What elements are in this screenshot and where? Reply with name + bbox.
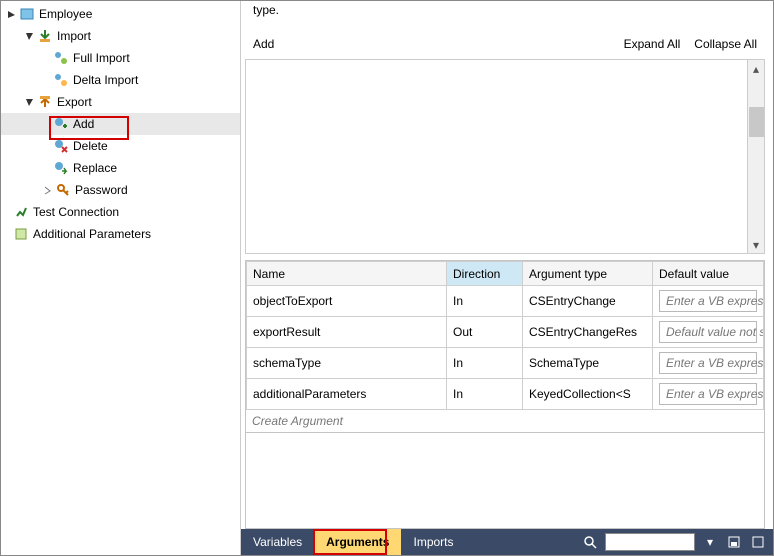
tree-item-replace[interactable]: Replace	[1, 157, 240, 179]
delete-icon	[53, 138, 69, 154]
scroll-thumb[interactable]	[749, 107, 764, 137]
table-row[interactable]: exportResult Out CSEntryChangeRes Defaul…	[247, 317, 764, 348]
cell-default[interactable]: Enter a VB expression	[653, 286, 764, 317]
replace-icon	[53, 160, 69, 176]
tree-item-additional-parameters[interactable]: Additional Parameters	[1, 223, 240, 245]
default-input[interactable]: Default value not suppor	[659, 321, 757, 343]
tree-label: Password	[75, 183, 128, 197]
collapse-all-link[interactable]: Collapse All	[694, 37, 757, 51]
cell-default[interactable]: Enter a VB expression	[653, 348, 764, 379]
arguments-empty-area	[245, 433, 765, 529]
tree-label: Add	[73, 117, 94, 131]
tree-label: Import	[57, 29, 91, 43]
expander-icon[interactable]	[23, 96, 35, 108]
default-input[interactable]: Enter a VB expression	[659, 352, 757, 374]
right-panel: type. Add Expand All Collapse All ▴ ▾ Na…	[241, 1, 773, 555]
col-default[interactable]: Default value	[653, 262, 764, 286]
cell-argtype[interactable]: KeyedCollection<S	[523, 379, 653, 410]
tree-label: Export	[57, 95, 92, 109]
cell-default[interactable]: Default value not suppor	[653, 317, 764, 348]
scroll-up-icon[interactable]: ▴	[748, 60, 764, 77]
tree-label: Test Connection	[33, 205, 119, 219]
tree-label: Delete	[73, 139, 108, 153]
tree-item-import[interactable]: Import	[1, 25, 240, 47]
cell-name[interactable]: objectToExport	[247, 286, 447, 317]
import-icon	[37, 28, 53, 44]
col-name[interactable]: Name	[247, 262, 447, 286]
chevron-down-icon[interactable]: ▾	[701, 533, 719, 551]
cell-direction[interactable]: In	[447, 379, 523, 410]
tree-item-password[interactable]: Password	[1, 179, 240, 201]
tree-item-delta-import[interactable]: Delta Import	[1, 69, 240, 91]
cell-name[interactable]: additionalParameters	[247, 379, 447, 410]
maximize-panel-icon[interactable]	[749, 533, 767, 551]
table-row[interactable]: schemaType In SchemaType Enter a VB expr…	[247, 348, 764, 379]
default-input[interactable]: Enter a VB expression	[659, 383, 757, 405]
table-row[interactable]: additionalParameters In KeyedCollection<…	[247, 379, 764, 410]
cell-name[interactable]: exportResult	[247, 317, 447, 348]
default-input[interactable]: Enter a VB expression	[659, 290, 757, 312]
tree-item-employee[interactable]: Employee	[1, 3, 240, 25]
nav-tree: Employee Import Full Import Delta Import…	[1, 1, 241, 555]
expander-icon[interactable]	[41, 184, 53, 196]
cell-name[interactable]: schemaType	[247, 348, 447, 379]
full-import-icon	[53, 50, 69, 66]
cell-default[interactable]: Enter a VB expression	[653, 379, 764, 410]
add-activity-link[interactable]: Add	[253, 37, 274, 51]
designer-toolbar: Add Expand All Collapse All	[241, 17, 773, 59]
bottom-tabbar: Variables Arguments Imports ▾	[241, 529, 773, 555]
scroll-down-icon[interactable]: ▾	[748, 236, 764, 253]
search-input[interactable]	[605, 533, 695, 551]
cell-direction[interactable]: In	[447, 286, 523, 317]
cell-argtype[interactable]: CSEntryChange	[523, 286, 653, 317]
truncated-text: type.	[241, 1, 773, 17]
tree-item-add[interactable]: Add	[1, 113, 240, 135]
params-icon	[13, 226, 29, 242]
tree-label: Delta Import	[73, 73, 138, 87]
expand-all-link[interactable]: Expand All	[624, 37, 681, 51]
tab-imports[interactable]: Imports	[401, 529, 465, 555]
tree-item-delete[interactable]: Delete	[1, 135, 240, 157]
cell-argtype[interactable]: CSEntryChangeRes	[523, 317, 653, 348]
col-direction[interactable]: Direction	[447, 262, 523, 286]
key-icon	[55, 182, 71, 198]
cell-argtype[interactable]: SchemaType	[523, 348, 653, 379]
cell-direction[interactable]: Out	[447, 317, 523, 348]
delta-import-icon	[53, 72, 69, 88]
create-argument-row[interactable]: Create Argument	[246, 410, 764, 432]
add-icon	[53, 116, 69, 132]
arguments-table: Name Direction Argument type Default val…	[245, 260, 765, 433]
cell-direction[interactable]: In	[447, 348, 523, 379]
tab-arguments[interactable]: Arguments	[314, 529, 401, 555]
expander-icon[interactable]	[5, 8, 17, 20]
designer-canvas[interactable]: ▴ ▾	[245, 59, 765, 254]
db-icon	[19, 6, 35, 22]
test-icon	[13, 204, 29, 220]
expander-icon[interactable]	[23, 30, 35, 42]
col-argtype[interactable]: Argument type	[523, 262, 653, 286]
table-row[interactable]: objectToExport In CSEntryChange Enter a …	[247, 286, 764, 317]
vertical-scrollbar[interactable]: ▴ ▾	[747, 60, 764, 253]
table-header-row: Name Direction Argument type Default val…	[247, 262, 764, 286]
tree-item-full-import[interactable]: Full Import	[1, 47, 240, 69]
tree-label: Full Import	[73, 51, 130, 65]
search-icon[interactable]	[581, 533, 599, 551]
tab-variables[interactable]: Variables	[241, 529, 314, 555]
tree-label: Replace	[73, 161, 117, 175]
export-icon	[37, 94, 53, 110]
tree-item-test-connection[interactable]: Test Connection	[1, 201, 240, 223]
tree-label: Additional Parameters	[33, 227, 151, 241]
tree-label: Employee	[39, 7, 92, 21]
tree-item-export[interactable]: Export	[1, 91, 240, 113]
collapse-panel-icon[interactable]	[725, 533, 743, 551]
